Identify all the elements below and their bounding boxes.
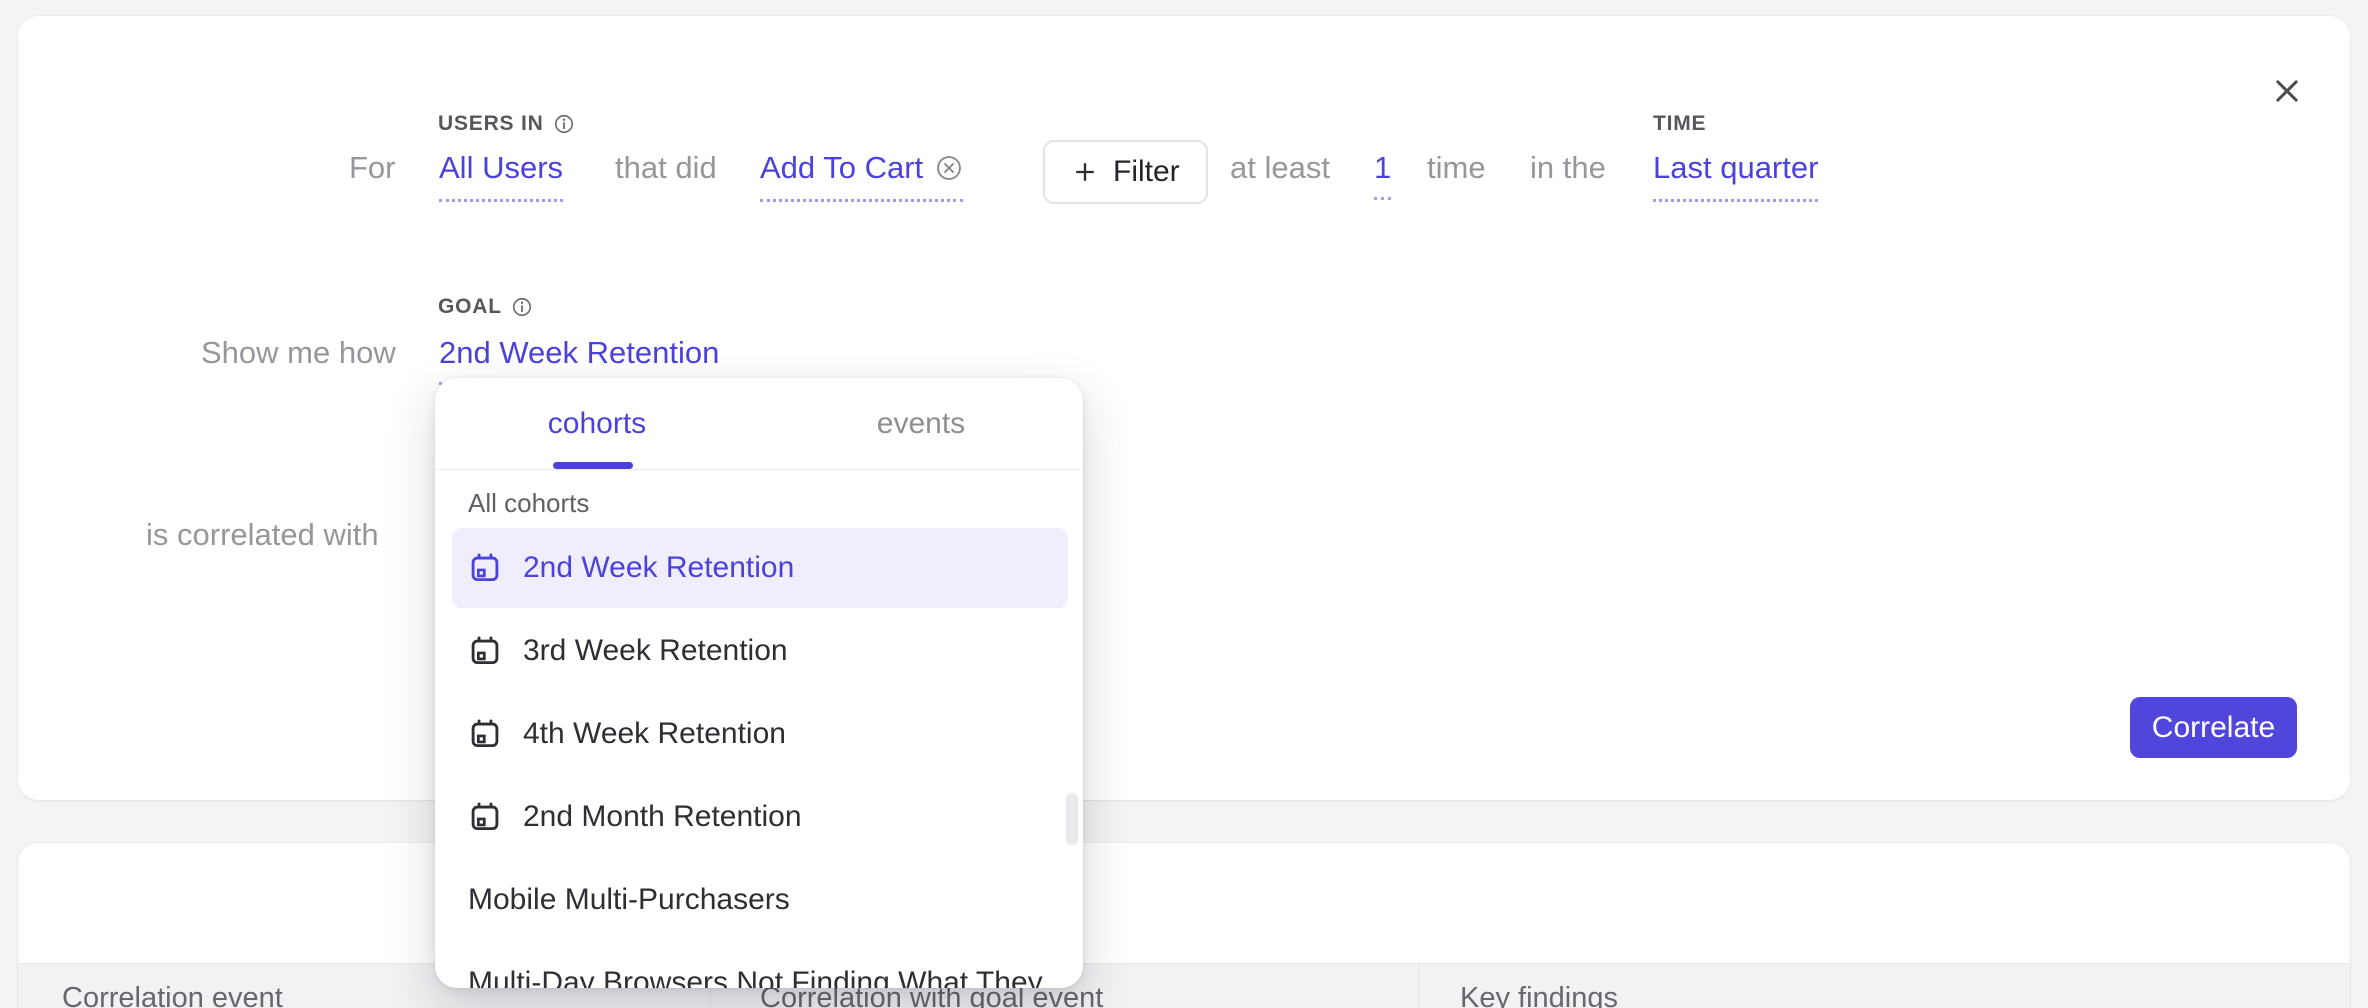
close-icon[interactable] [2270, 74, 2304, 108]
calendar-icon [468, 634, 502, 668]
correlate-builder-screen: USERS IN For All Users that did Add To C… [0, 0, 2368, 1008]
list-item-cohort[interactable]: 4th Week Retention [452, 694, 1068, 774]
correlate-button[interactable]: Correlate [2130, 697, 2297, 758]
at-least-label: at least [1230, 148, 1330, 188]
time-word-label: time [1427, 148, 1486, 188]
goal-dropdown-panel: cohorts events All cohorts 2nd Week Rete… [435, 378, 1083, 988]
list-item-cohort[interactable]: Mobile Multi-Purchasers [452, 860, 1068, 940]
times-count-input[interactable]: 1 [1374, 148, 1391, 200]
goal-info-icon[interactable] [511, 296, 533, 318]
results-table-header-row: Correlation event Correlation with goal … [18, 963, 2350, 1008]
tabbar-divider [435, 469, 1083, 470]
column-header-key-findings: Key findings [1460, 982, 1618, 1008]
calendar-icon [468, 551, 502, 585]
is-correlated-with-label: is correlated with [146, 515, 379, 555]
in-the-label: in the [1530, 148, 1606, 188]
event-value: Add To Cart [760, 148, 923, 188]
cohort-section-label: All cohorts [468, 486, 589, 520]
results-card: Sort by Opportunity Correlation event Co… [18, 843, 2350, 1008]
remove-event-icon[interactable] [935, 154, 963, 182]
time-caps-label: TIME [1653, 111, 1706, 137]
list-item-label: 3rd Week Retention [523, 634, 788, 668]
list-item-label: 4th Week Retention [523, 717, 786, 751]
for-label: For [349, 148, 396, 188]
show-me-how-label: Show me how [201, 333, 396, 373]
column-header-correlation-event: Correlation event [62, 982, 283, 1008]
goal-label: GOAL [438, 294, 533, 320]
users-in-info-icon[interactable] [553, 113, 575, 135]
query-builder-card: USERS IN For All Users that did Add To C… [18, 16, 2350, 800]
cohort-select[interactable]: All Users [439, 148, 563, 202]
list-item-cohort[interactable]: Multi-Day Browsers Not Finding What They [452, 943, 1068, 988]
list-item-cohort[interactable]: 2nd Week Retention [452, 528, 1068, 608]
plus-icon [1071, 158, 1099, 186]
column-divider [1418, 964, 1419, 1008]
calendar-icon [468, 800, 502, 834]
scrollbar-thumb[interactable] [1066, 793, 1078, 845]
that-did-label: that did [615, 148, 717, 188]
event-select[interactable]: Add To Cart [760, 148, 963, 202]
users-in-label: USERS IN [438, 111, 575, 137]
time-range-select[interactable]: Last quarter [1653, 148, 1818, 202]
tab-cohorts[interactable]: cohorts [435, 378, 759, 470]
list-item-label: 2nd Month Retention [523, 800, 802, 834]
list-item-label: Multi-Day Browsers Not Finding What They [468, 966, 1043, 988]
users-in-label-text: USERS IN [438, 111, 544, 137]
goal-label-text: GOAL [438, 294, 502, 320]
calendar-icon [468, 717, 502, 751]
add-filter-button[interactable]: Filter [1043, 140, 1208, 204]
active-tab-underline [553, 462, 633, 469]
tab-events[interactable]: events [759, 378, 1083, 470]
list-item-label: Mobile Multi-Purchasers [468, 883, 790, 917]
filter-button-label: Filter [1113, 155, 1180, 189]
list-item-cohort[interactable]: 2nd Month Retention [452, 777, 1068, 857]
list-item-label: 2nd Week Retention [523, 551, 794, 585]
list-item-cohort[interactable]: 3rd Week Retention [452, 611, 1068, 691]
